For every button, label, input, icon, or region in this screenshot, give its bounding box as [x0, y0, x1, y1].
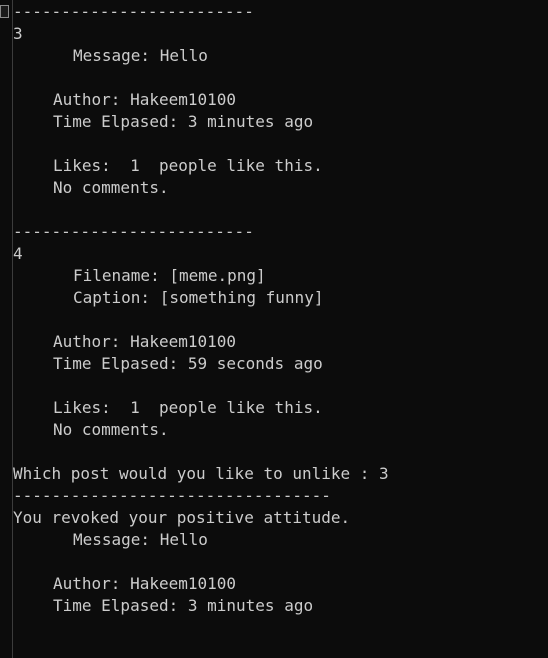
post-filename: Filename: [meme.png] [73, 266, 266, 285]
post-message: Message: Hello [73, 530, 208, 549]
post-time-elapsed: Time Elpased: 3 minutes ago [53, 596, 314, 615]
separator-line: --------------------------------- [13, 486, 331, 505]
post-number: 4 [13, 244, 23, 263]
terminal-left-gutter [0, 0, 13, 658]
post-caption: Caption: [something funny] [73, 288, 324, 307]
post-comments: No comments. [53, 178, 169, 197]
post-likes: Likes: 1 people like this. [53, 156, 323, 175]
post-author: Author: Hakeem10100 [53, 574, 237, 593]
post-comments: No comments. [53, 420, 169, 439]
post-message: Message: Hello [73, 46, 208, 65]
terminal-window[interactable]: ------------------------- 3 Message: Hel… [0, 0, 548, 658]
unlike-confirmation: You revoked your positive attitude. [13, 508, 351, 527]
post-time-elapsed: Time Elpased: 3 minutes ago [53, 112, 314, 131]
separator-line: ------------------------- [13, 2, 254, 21]
separator-line: ------------------------- [13, 222, 254, 241]
post-author: Author: Hakeem10100 [53, 332, 237, 351]
scroll-marker-icon [0, 5, 9, 18]
post-author: Author: Hakeem10100 [53, 90, 237, 109]
post-likes: Likes: 1 people like this. [53, 398, 323, 417]
unlike-prompt: Which post would you like to unlike : 3 [13, 464, 389, 483]
terminal-output: ------------------------- 3 Message: Hel… [13, 1, 548, 617]
post-number: 3 [13, 24, 23, 43]
post-time-elapsed: Time Elpased: 59 seconds ago [53, 354, 323, 373]
